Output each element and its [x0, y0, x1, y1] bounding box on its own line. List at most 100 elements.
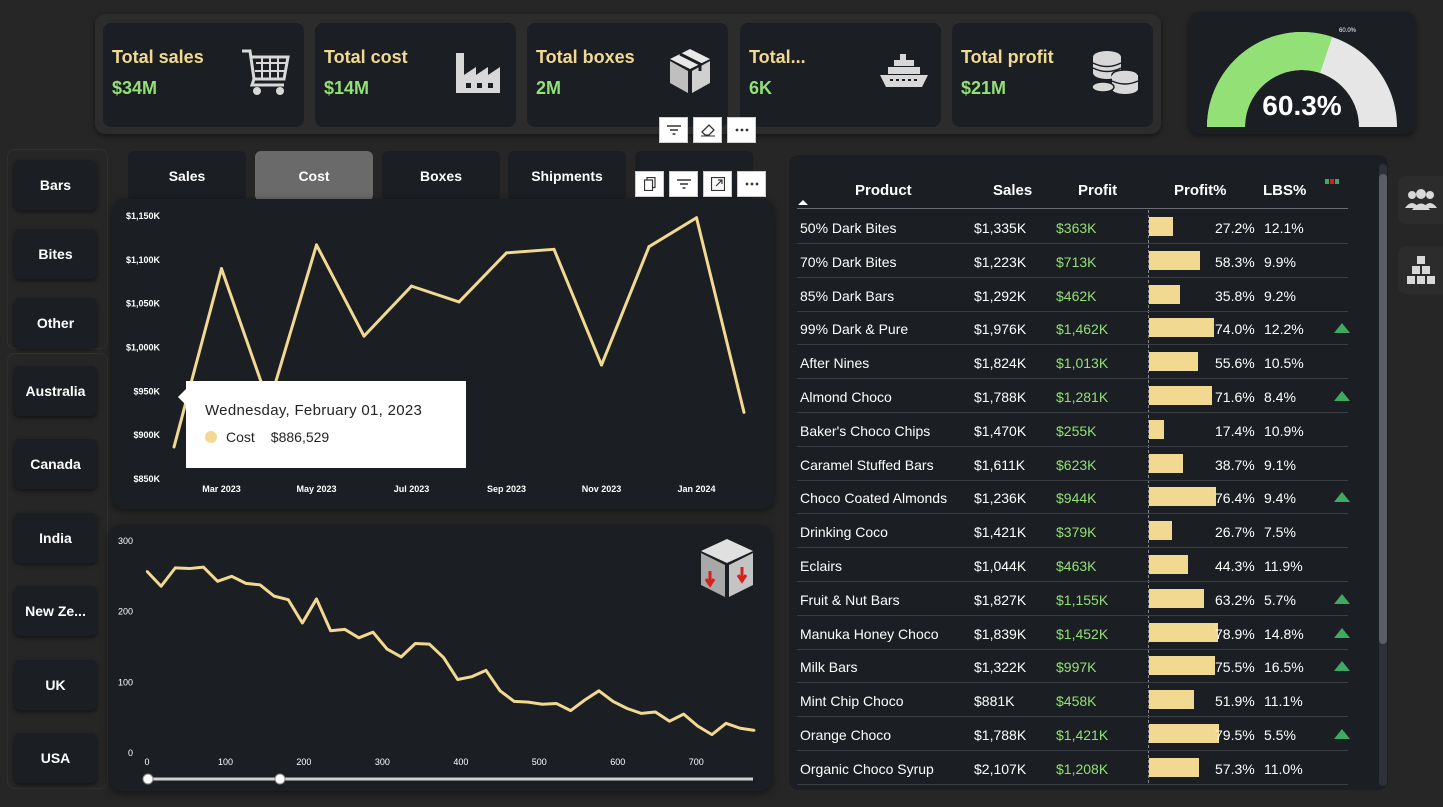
cell-lbs-pct: 14.8% [1264, 625, 1304, 642]
range-slider-end-handle[interactable] [274, 773, 286, 785]
cell-sales: $1,421K [974, 524, 1027, 541]
cell-sales: $1,470K [974, 422, 1027, 439]
cell-lbs-pct: 11.1% [1264, 693, 1303, 710]
column-header-lbs-pct[interactable]: LBS% [1263, 182, 1306, 199]
copy-icon[interactable] [635, 171, 664, 197]
scrollbar-thumb[interactable] [1379, 174, 1387, 644]
data-point [244, 582, 248, 585]
table-row[interactable]: Choco Coated Almonds $1,236K $944K 76.4% 9.4… [797, 480, 1350, 515]
table-row[interactable]: Milk Bars $1,322K $997K 75.5% 16.5% [797, 649, 1350, 684]
data-point [640, 712, 643, 715]
table-row[interactable]: 70% Dark Bites $1,223K $713K 58.3% 9.9% [797, 244, 1348, 278]
cell-profit: $363K [1056, 220, 1097, 236]
data-point [442, 656, 445, 659]
slicer-item-other[interactable]: Other [14, 298, 97, 348]
filter-icon[interactable] [659, 117, 688, 143]
cell-profit: $713K [1056, 253, 1097, 270]
customers-nav-button[interactable] [1398, 176, 1443, 224]
cell-lbs-pct: 16.5% [1264, 659, 1304, 676]
y-tick-label: 200 [118, 607, 133, 617]
profit-pct-bar [1149, 521, 1173, 541]
kpi-card-total-shipments: Total... 6K [740, 23, 941, 127]
range-slider-start-handle[interactable] [142, 773, 154, 785]
cell-product: 70% Dark Bites [800, 253, 897, 270]
eraser-icon[interactable] [693, 117, 722, 143]
coins-icon [1091, 51, 1139, 94]
y-tick-label: 100 [118, 677, 133, 687]
tab-cost[interactable]: Cost [255, 151, 373, 201]
cell-lbs-pct: 11.9% [1264, 558, 1303, 574]
kpi-value: $34M [112, 78, 158, 98]
table-row[interactable]: 99% Dark & Pure $1,976K $1,462K 74.0% 12.2% [797, 311, 1350, 346]
shopping-cart-icon [242, 49, 290, 95]
slicer-item-canada[interactable]: Canada [14, 439, 97, 489]
cell-lbs-pct: 9.1% [1264, 456, 1296, 473]
cell-product: Drinking Coco [800, 524, 888, 541]
column-header-product[interactable]: Product [855, 182, 912, 199]
cell-profit: $458K [1056, 693, 1097, 710]
data-point [724, 722, 728, 725]
tab-sales[interactable]: Sales [128, 151, 246, 201]
table-row[interactable]: Manuka Honey Choco $1,839K $1,452K 78.9% 14.… [797, 616, 1350, 650]
boxes-line-chart: 0 100 200 300 0 100 200 300 400 500 600 700 [118, 536, 756, 785]
slicer-item-india[interactable]: India [14, 513, 97, 563]
tooltip-value: $886,529 [270, 429, 330, 445]
table-row[interactable]: After Nines $1,824K $1,013K 55.6% 10.5% [797, 345, 1348, 380]
tab-shipments[interactable]: Shipments [508, 151, 626, 201]
table-row[interactable]: 50% Dark Bites $1,335K $363K 27.2% 12.1% [797, 210, 1348, 244]
cell-profit: $1,421K [1056, 727, 1109, 743]
table-row[interactable]: Caramel Stuffed Bars $1,611K $623K 38.7% 9.1… [797, 447, 1348, 481]
table-row[interactable]: Baker's Choco Chips $1,470K $255K 17.4% 10.9… [797, 413, 1348, 447]
data-point [696, 724, 699, 728]
data-point [513, 700, 516, 703]
slicer-item-usa[interactable]: USA [14, 733, 97, 783]
profit-pct-bar [1149, 622, 1219, 642]
table-row[interactable]: Mint Chip Choco $881K $458K 51.9% 11.1% [797, 683, 1348, 718]
stacked-boxes-icon [1406, 256, 1435, 284]
table-row[interactable]: Eclairs $1,044K $463K 44.3% 11.9% [797, 548, 1348, 582]
data-point [742, 410, 746, 414]
cell-sales: $1,827K [974, 591, 1027, 608]
cell-profit: $944K [1056, 490, 1097, 507]
slicer-item-bars[interactable]: Bars [14, 160, 97, 210]
cell-lbs-pct: 12.1% [1264, 220, 1304, 236]
sort-ascending-icon[interactable] [797, 198, 809, 206]
cell-profit: $1,208K [1056, 760, 1109, 777]
table-scrollbar[interactable] [1379, 164, 1387, 786]
data-point [647, 245, 651, 249]
trend-up-icon [1334, 492, 1350, 503]
tab-boxes[interactable]: Boxes [382, 151, 500, 201]
column-header-profit-pct[interactable]: Profit% [1174, 182, 1227, 199]
cell-lbs-pct: 7.5% [1264, 524, 1296, 541]
cell-sales: $1,611K [974, 456, 1026, 473]
more-options-icon[interactable] [727, 117, 756, 143]
cell-product: Manuka Honey Choco [800, 625, 939, 642]
profit-pct-bar [1149, 757, 1200, 777]
x-tick-label: 500 [532, 757, 547, 767]
column-header-profit[interactable]: Profit [1078, 182, 1117, 199]
slicer-item-new-zealand[interactable]: New Ze... [14, 586, 97, 636]
data-point [357, 636, 361, 640]
data-point [343, 628, 346, 631]
table-row[interactable]: Organic Choco Syrup $2,107K $1,208K 57.3% 11… [797, 751, 1348, 785]
filter-icon[interactable] [669, 171, 698, 197]
table-row[interactable]: Almond Choco $1,788K $1,281K 71.6% 8.4% [797, 379, 1350, 413]
data-point [456, 678, 459, 681]
slicer-item-uk[interactable]: UK [14, 660, 97, 710]
products-nav-button[interactable] [1398, 246, 1443, 294]
table-row[interactable]: Orange Choco $1,788K $1,421K 79.5% 5.5% [797, 717, 1350, 751]
y-tick-label: 0 [128, 748, 133, 758]
x-tick-label: 0 [144, 757, 149, 767]
slicer-item-australia[interactable]: Australia [14, 366, 97, 416]
table-row[interactable]: 85% Dark Bars $1,292K $462K 35.8% 9.2% [797, 278, 1348, 312]
x-tick-label: Sep 2023 [487, 484, 526, 494]
gauge-chart: 60.0% 60.3% [1207, 28, 1397, 127]
slicer-item-bites[interactable]: Bites [14, 229, 97, 279]
profit-pct-bar [1149, 453, 1183, 473]
table-row[interactable]: Fruit & Nut Bars $1,827K $1,155K 63.2% 5.7% [797, 582, 1350, 616]
table-row[interactable]: Drinking Coco $1,421K $379K 26.7% 7.5% [797, 514, 1348, 549]
cell-product: Orange Choco [800, 727, 892, 743]
column-header-sales[interactable]: Sales [993, 182, 1032, 199]
focus-mode-icon[interactable] [703, 171, 732, 197]
more-options-icon[interactable] [737, 171, 766, 197]
